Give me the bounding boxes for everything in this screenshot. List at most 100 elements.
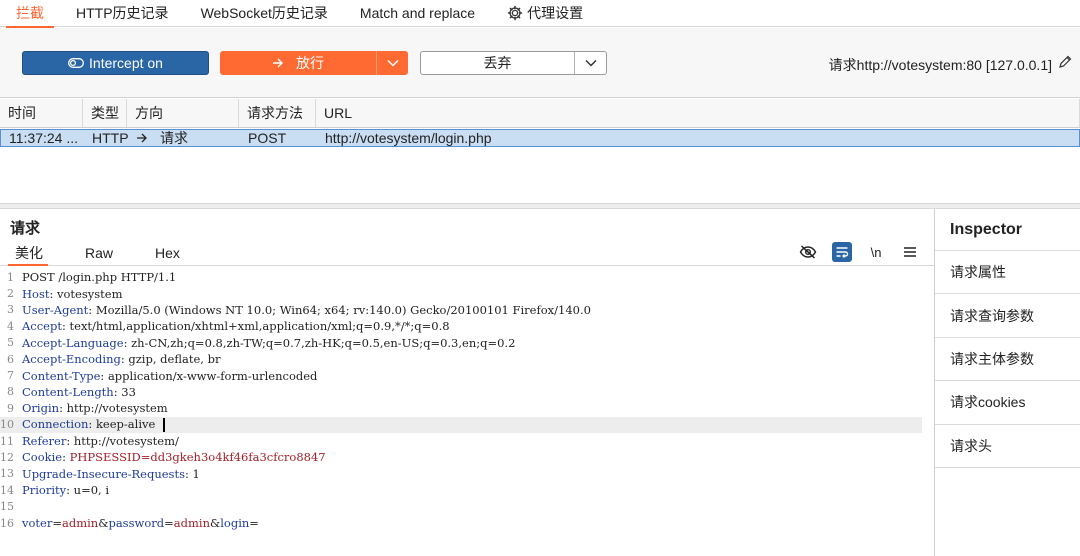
line-number: 15 <box>0 500 14 514</box>
tab-http-history[interactable]: HTTP历史记录 <box>60 0 185 27</box>
header-name: Referer <box>22 434 67 449</box>
editor-line[interactable]: 16 voter=admin&password=admin&login= <box>0 515 922 531</box>
tab-websocket-history[interactable]: WebSocket历史记录 <box>185 0 344 27</box>
inspector-query-params[interactable]: 请求查询参数 <box>935 294 1080 338</box>
cell-type: HTTP <box>92 130 128 146</box>
tab-pretty[interactable]: 美化 <box>0 242 58 266</box>
tab-raw[interactable]: Raw <box>70 242 128 265</box>
pencil-icon[interactable] <box>1058 55 1072 72</box>
inspector-panel: Inspector 请求属性 请求查询参数 请求主体参数 请求cookies 请… <box>934 209 1080 556</box>
editor-line[interactable]: 10 Connection: keep-alive <box>0 416 922 433</box>
request-view-tabs: 美化 Raw Hex <box>0 242 934 266</box>
intercept-toggle-button[interactable]: Intercept on <box>22 51 209 75</box>
header-value: keep-alive <box>95 417 156 432</box>
line-number: 5 <box>7 336 14 350</box>
header-name: Priority <box>22 483 67 498</box>
editor-line[interactable]: 2 Host: votesystem <box>0 285 922 301</box>
editor-line[interactable]: 6 Accept-Encoding: gzip, deflate, br <box>0 351 922 367</box>
header-name: Cookie <box>22 450 63 465</box>
editor-line[interactable]: 14 Priority: u=0, i <box>0 482 922 498</box>
line-content: Accept-Encoding: gzip, deflate, br <box>22 352 221 367</box>
header-value: gzip, deflate, br <box>128 352 221 367</box>
text-cursor <box>163 418 166 433</box>
editor-line[interactable]: 13 Upgrade-Insecure-Requests: 1 <box>0 466 922 482</box>
newline-toggle[interactable]: \n <box>866 242 886 262</box>
drop-options-button[interactable] <box>574 52 606 74</box>
editor-line[interactable]: 9 Origin: http://votesystem <box>0 400 922 416</box>
header-name: Accept <box>22 319 62 334</box>
column-direction[interactable]: 方向 <box>127 99 239 127</box>
line-content: voter=admin&password=admin&login= <box>22 516 259 530</box>
request-title: 请求 <box>10 220 41 237</box>
column-type[interactable]: 类型 <box>83 99 127 127</box>
column-time[interactable]: 时间 <box>0 99 83 127</box>
inspector-body-params[interactable]: 请求主体参数 <box>935 338 1080 382</box>
header-value: u=0, i <box>73 483 110 498</box>
tab-match-replace[interactable]: Match and replace <box>344 0 491 27</box>
editor-line[interactable]: 8 Content-Length: 33 <box>0 384 922 400</box>
tab-proxy-settings[interactable]: 代理设置 <box>491 0 599 27</box>
tab-hex[interactable]: Hex <box>140 242 195 265</box>
column-method[interactable]: 请求方法 <box>239 99 316 127</box>
header-name: Accept-Encoding <box>22 352 121 367</box>
tab-intercept[interactable]: 拦截 <box>0 0 60 28</box>
line-number: 13 <box>0 467 14 481</box>
forward-options-button[interactable] <box>376 51 408 75</box>
line-number: 4 <box>7 319 14 333</box>
request-body: voter=admin&password=admin&login= <box>22 516 259 531</box>
line-number: 8 <box>7 385 14 399</box>
header-name: User-Agent <box>22 302 89 317</box>
forward-button[interactable]: 放行 <box>220 51 408 75</box>
line-content: Referer: http://votesystem/ <box>22 434 179 449</box>
editor-line[interactable]: 3 User-Agent: Mozilla/5.0 (Windows NT 10.… <box>0 302 922 318</box>
line-content: POST /login.php HTTP/1.1 <box>22 270 177 285</box>
drop-button[interactable]: 丢弃 <box>420 51 607 75</box>
header-value: http://votesystem/ <box>73 434 179 449</box>
line-number: 2 <box>7 287 14 301</box>
editor-line[interactable]: 1 POST /login.php HTTP/1.1 <box>0 269 922 285</box>
inspector-headers[interactable]: 请求头 <box>935 425 1080 468</box>
line-content: Priority: u=0, i <box>22 483 110 498</box>
header-name: Host <box>22 286 50 301</box>
inspector-cookies[interactable]: 请求cookies <box>935 381 1080 425</box>
cell-method: POST <box>248 130 287 146</box>
intercept-queue-table: 时间 类型 方向 请求方法 URL 11:37:24 ... HTTP 请求 P… <box>0 99 1080 201</box>
editor-line[interactable]: 4 Accept: text/html,application/xhtml+xml… <box>0 318 922 334</box>
editor-line[interactable]: 15 <box>0 498 922 514</box>
inspector-title: Inspector <box>935 209 1080 251</box>
header-name: Upgrade-Insecure-Requests <box>22 466 185 481</box>
line-content: Connection: keep-alive <box>22 417 166 433</box>
editor-line[interactable]: 12 Cookie: PHPSESSID=dd3gkeh3o4kf46fa3cfc… <box>0 449 922 465</box>
word-wrap-icon[interactable] <box>832 242 852 262</box>
menu-icon[interactable] <box>900 242 920 262</box>
line-number: 11 <box>0 434 14 448</box>
chevron-down-icon <box>584 59 597 67</box>
line-content: Accept-Language: zh-CN,zh;q=0.8,zh-TW;q=… <box>22 335 516 350</box>
editor-tools: \n <box>798 242 920 262</box>
inspector-request-attributes[interactable]: 请求属性 <box>935 251 1080 295</box>
header-name: Content-Length <box>22 384 114 399</box>
line-number: 6 <box>7 352 14 366</box>
arrow-right-icon <box>136 130 148 146</box>
column-url[interactable]: URL <box>316 99 1080 127</box>
chevron-down-icon <box>386 59 399 67</box>
editor-line[interactable]: 7 Content-Type: application/x-www-form-ur… <box>0 367 922 383</box>
header-value: 33 <box>121 384 136 399</box>
header-value: Mozilla/5.0 (Windows NT 10.0; Win64; x64… <box>95 302 591 317</box>
toggle-on-icon <box>68 55 84 71</box>
header-name: Accept-Language <box>22 335 124 350</box>
intercept-toolbar: Intercept on 放行 丢弃 请求http://votesystem:8… <box>0 28 1080 98</box>
line-content: Upgrade-Insecure-Requests: 1 <box>22 466 200 481</box>
hide-eye-icon[interactable] <box>798 242 818 262</box>
editor-line[interactable]: 5 Accept-Language: zh-CN,zh;q=0.8,zh-TW;q… <box>0 335 922 351</box>
line-content: Cookie: PHPSESSID=dd3gkeh3o4kf46fa3cfcro… <box>22 450 326 465</box>
line-number: 14 <box>0 483 14 497</box>
table-header: 时间 类型 方向 请求方法 URL <box>0 99 1080 128</box>
intercept-toggle-label: Intercept on <box>89 55 163 71</box>
request-editor[interactable]: 1 POST /login.php HTTP/1.1 2 Host: votesyst… <box>0 269 922 556</box>
header-value: votesystem <box>57 286 123 301</box>
editor-line[interactable]: 11 Referer: http://votesystem/ <box>0 433 922 449</box>
table-row[interactable]: 11:37:24 ... HTTP 请求 POST http://votesys… <box>0 129 1080 147</box>
header-value: 1 <box>192 466 200 481</box>
cell-url: http://votesystem/login.php <box>325 130 492 146</box>
